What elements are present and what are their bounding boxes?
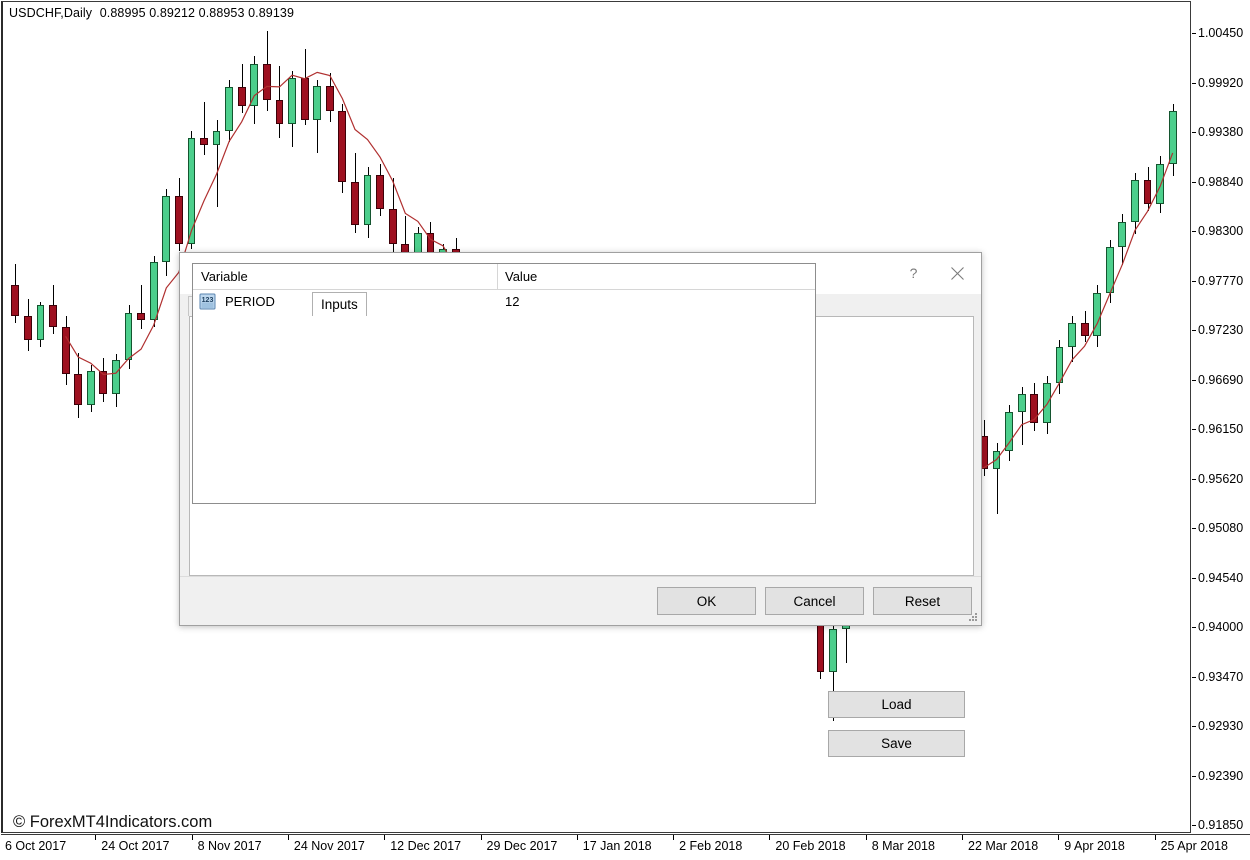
tab-label: Inputs: [321, 297, 358, 312]
time-tick-label: 12 Dec 2017: [390, 839, 461, 853]
time-tick-label: 8 Nov 2017: [198, 839, 262, 853]
time-tick-label: 2 Feb 2018: [679, 839, 742, 853]
time-tick-label: 29 Dec 2017: [487, 839, 558, 853]
time-tick-mark: [866, 835, 867, 840]
price-tick-label: 0.95620: [1192, 472, 1243, 486]
price-tick-label: 0.99920: [1192, 76, 1243, 90]
time-tick-mark: [1155, 835, 1156, 840]
table-header-row: Variable Value: [193, 264, 815, 290]
price-tick-label: 0.93470: [1192, 670, 1243, 684]
time-tick-mark: [577, 835, 578, 840]
time-tick-label: 24 Oct 2017: [101, 839, 169, 853]
price-axis[interactable]: 1.00450 0.99920 0.99380 0.98840 0.98300 0.977…: [1192, 1, 1250, 833]
time-tick-label: 17 Jan 2018: [583, 839, 652, 853]
price-tick-label: 0.95080: [1192, 521, 1243, 535]
price-tick-label: 0.97230: [1192, 323, 1243, 337]
column-header-variable: Variable: [201, 269, 248, 284]
time-tick-label: 25 Apr 2018: [1161, 839, 1228, 853]
close-icon: [950, 266, 965, 281]
time-tick-mark: [1058, 835, 1059, 840]
time-tick-label: 22 Mar 2018: [968, 839, 1038, 853]
price-tick-label: 0.92930: [1192, 719, 1243, 733]
price-tick-label: 0.94540: [1192, 571, 1243, 585]
ok-button[interactable]: OK: [657, 587, 756, 615]
price-tick-label: 0.92390: [1192, 769, 1243, 783]
save-button[interactable]: Save: [828, 730, 965, 757]
time-tick-label: 6 Oct 2017: [5, 839, 66, 853]
cancel-button[interactable]: Cancel: [765, 587, 864, 615]
price-tick-label: 0.98300: [1192, 224, 1243, 238]
time-tick-mark: [384, 835, 385, 840]
price-tick-label: 0.96690: [1192, 373, 1243, 387]
column-header-value: Value: [505, 269, 537, 284]
load-button[interactable]: Load: [828, 691, 965, 718]
watermark-text: © ForexMT4Indicators.com: [13, 813, 212, 832]
time-tick-mark: [769, 835, 770, 840]
time-tick-mark: [481, 835, 482, 840]
svg-text:?: ?: [909, 266, 917, 281]
price-tick-label: 0.91850: [1192, 818, 1243, 832]
reset-button[interactable]: Reset: [873, 587, 972, 615]
numeric-123-icon: 123: [199, 293, 216, 310]
time-tick-mark: [95, 835, 96, 840]
row-variable-name: PERIOD: [225, 294, 275, 309]
price-tick-label: 0.99380: [1192, 125, 1243, 139]
time-axis[interactable]: 6 Oct 2017 24 Oct 2017 8 Nov 2017 24 Nov 20…: [1, 834, 1250, 860]
price-tick-label: 0.98840: [1192, 175, 1243, 189]
time-tick-label: 8 Mar 2018: [872, 839, 935, 853]
price-tick-label: 1.00450: [1192, 26, 1243, 40]
parameters-table[interactable]: Variable Value 123 PERIOD 12: [192, 263, 816, 504]
time-tick-label: 9 Apr 2018: [1064, 839, 1124, 853]
price-tick-label: 0.97770: [1192, 274, 1243, 288]
help-button[interactable]: ?: [891, 253, 935, 294]
question-mark-icon: ?: [906, 266, 921, 281]
close-button[interactable]: [935, 253, 979, 294]
time-tick-mark: [288, 835, 289, 840]
time-tick-mark: [962, 835, 963, 840]
price-tick-label: 0.96150: [1192, 422, 1243, 436]
svg-text:123: 123: [202, 297, 214, 304]
time-tick-mark: [192, 835, 193, 840]
resize-grip[interactable]: [968, 612, 978, 622]
time-tick-mark: [673, 835, 674, 840]
row-value[interactable]: 12: [505, 294, 519, 309]
column-divider: [497, 264, 498, 289]
price-tick-label: 0.94000: [1192, 620, 1243, 634]
time-tick-label: 20 Feb 2018: [775, 839, 845, 853]
table-row[interactable]: 123 PERIOD 12: [193, 290, 815, 314]
time-tick-label: 24 Nov 2017: [294, 839, 365, 853]
tab-inputs[interactable]: Inputs: [312, 292, 367, 316]
custom-indicator-dialog[interactable]: Custom Indicator - DEMA ? AboutCommonInp…: [179, 252, 982, 626]
